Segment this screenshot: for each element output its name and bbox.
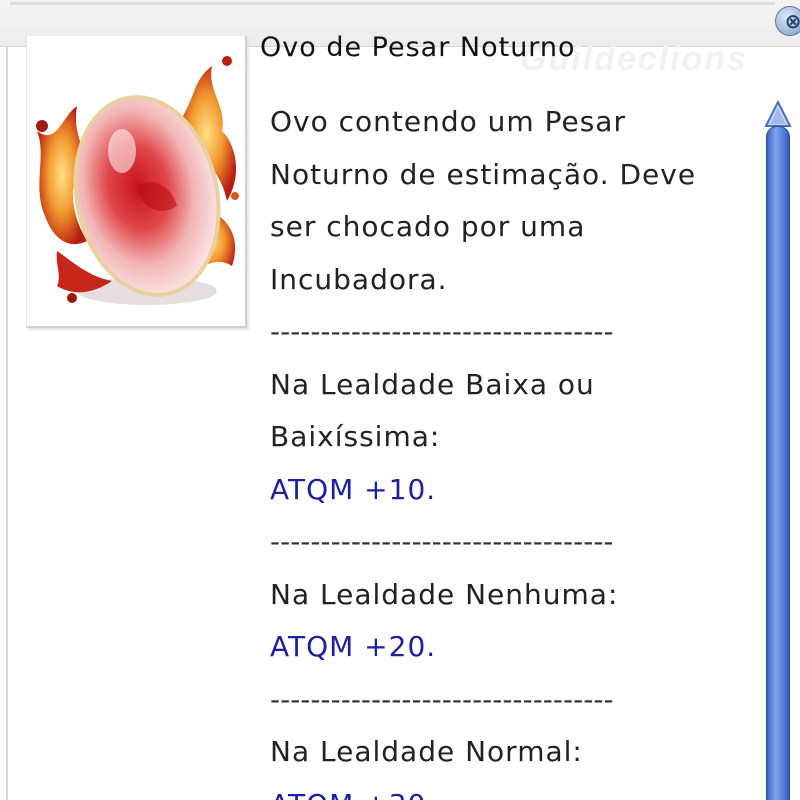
description-line: Na Lealdade Baixa ou	[270, 367, 595, 401]
separator-line: ----------------------------------	[270, 315, 614, 348]
separator-line: ----------------------------------	[270, 682, 614, 716]
window-left-border	[6, 46, 8, 800]
description-line: Na Lealdade Normal:	[270, 735, 583, 768]
bonus-line: ATQM +20.	[270, 630, 437, 663]
scroll-thumb[interactable]	[766, 126, 790, 800]
description-line: Noturno de estimação. Deve	[270, 157, 697, 191]
window-title: Ovo de Pesar Noturno	[260, 32, 576, 63]
scrollbar[interactable]	[764, 96, 792, 800]
item-description: Ovo contendo um Pesar Noturno de estimaçã…	[270, 96, 760, 800]
description-line: ser chocado por uma	[270, 210, 586, 243]
red-flame-egg-icon	[36, 56, 239, 305]
bonus-line: ATQM +10.	[270, 472, 437, 506]
item-image-frame	[26, 36, 247, 328]
separator-line: ----------------------------------	[270, 525, 614, 558]
description-line: Na Lealdade Nenhuma:	[270, 577, 619, 611]
title-bar-divider	[10, 2, 775, 5]
scroll-up-arrow-icon[interactable]	[764, 96, 792, 130]
item-info-window: Guildeclions Ovo de Pesar Noturno ⊗ Ovo …	[0, 0, 800, 800]
bonus-line: ATQM +30.	[270, 779, 760, 800]
description-line: Baixíssima:	[270, 420, 441, 453]
description-line: Incubadora.	[270, 262, 448, 296]
description-line: Ovo contendo um Pesar	[270, 105, 626, 138]
close-button[interactable]: ⊗	[775, 6, 800, 36]
close-icon: ⊗	[784, 9, 800, 33]
